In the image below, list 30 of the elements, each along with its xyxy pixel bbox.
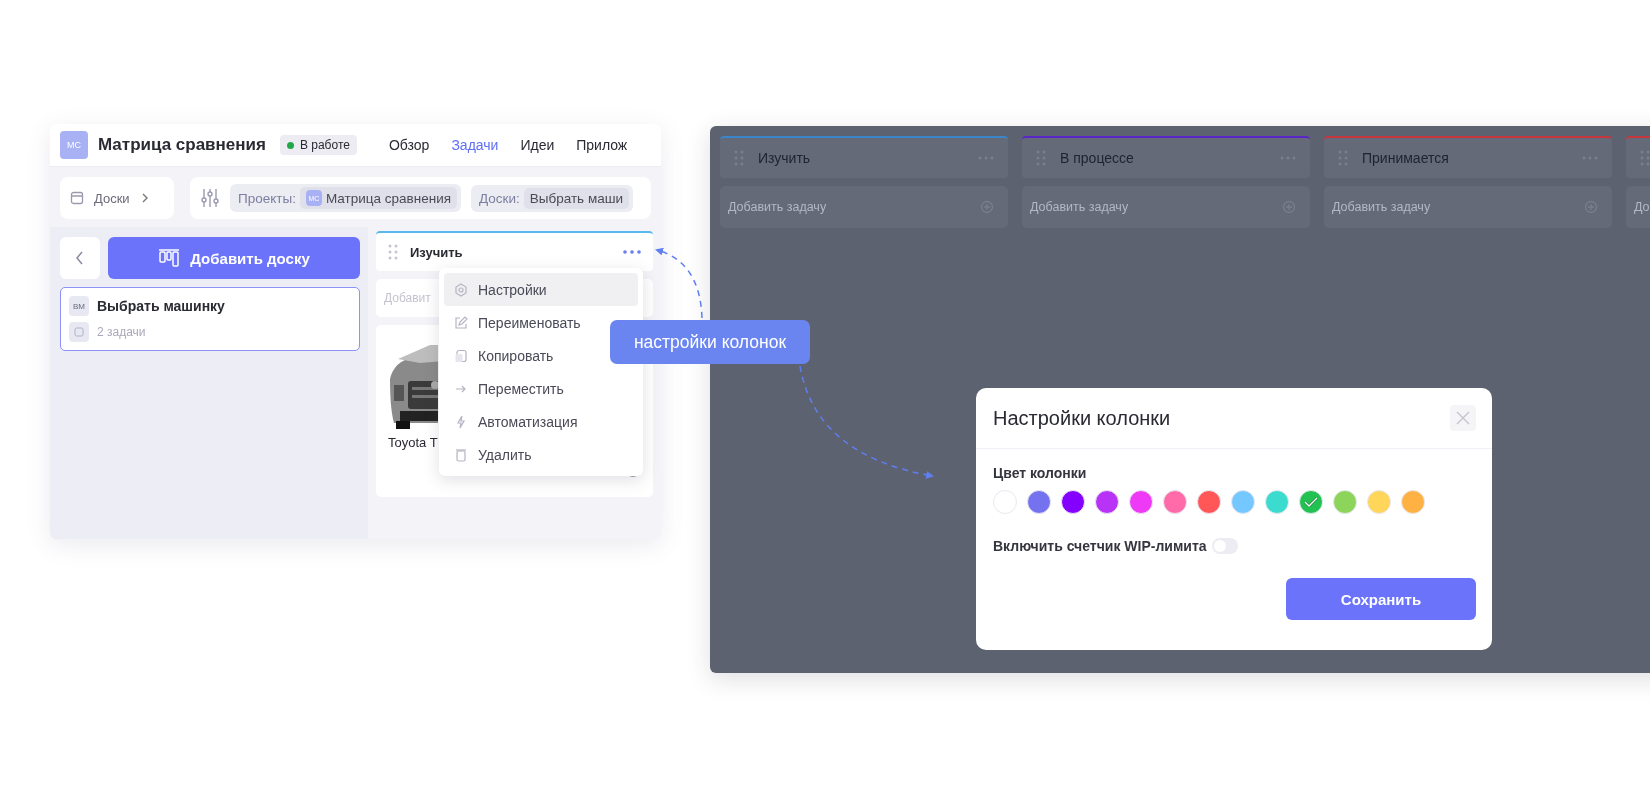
add-task-placeholder: До (1634, 200, 1650, 214)
add-task-placeholder: Добавить задачу (1332, 200, 1431, 214)
status-badge: В работе (279, 135, 357, 155)
column-title: Принимается (1362, 150, 1450, 166)
project-title: Матрица сравнения (98, 135, 266, 155)
toggle-label: Включить счетчик WIP-лимита (993, 538, 1207, 554)
column-title: Изучить (410, 244, 464, 260)
add-task-placeholder: Добавить задачу (1030, 200, 1129, 214)
filter-label: Проекты: (238, 190, 296, 206)
project-avatar: МС (60, 131, 88, 159)
board-name: Выбрать машинку (97, 298, 225, 314)
menu-item-label: Переместить (478, 380, 564, 397)
field-label: Цвет колонки (993, 465, 1088, 481)
add-task-placeholder: Добавит (384, 291, 431, 305)
menu-item-label: Настройки (478, 281, 547, 298)
callout-tooltip: настройки колонок (610, 320, 810, 364)
task-count: 2 задачи (97, 325, 146, 339)
column-title: Изучить (758, 150, 812, 166)
menu-item-label: Переименовать (478, 314, 581, 331)
board-avatar: ВМ (69, 296, 89, 316)
filter-label: Доски: (479, 190, 520, 206)
menu-item-label: Копировать (478, 347, 554, 364)
menu-item-label: Автоматизация (478, 413, 578, 430)
add-task-placeholder: Добавить задачу (728, 200, 827, 214)
menu-item-label: Удалить (478, 446, 532, 463)
card-title: Toyota T (388, 435, 438, 450)
filter-value-text: Матрица сравнения (325, 190, 451, 206)
dialog-title: Настройки колонки (993, 406, 1171, 430)
filter-value-text: Выбрать маши (529, 190, 624, 206)
column-title: В процессе (1060, 150, 1135, 166)
